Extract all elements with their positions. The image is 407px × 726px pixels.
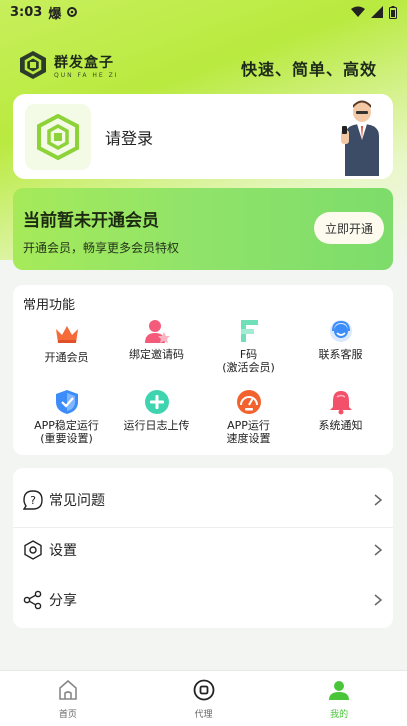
plus-circle-icon [144,390,169,414]
login-card[interactable]: 请登录 [13,94,393,179]
share-icon [23,590,42,610]
function-speed-setting[interactable]: APP运行 速度设置 [201,389,296,445]
speedometer-icon [236,390,261,414]
tab-home[interactable]: 首页 [0,671,136,726]
menu-item-faq[interactable]: ? 常见问题 [13,475,393,525]
menu-label: 分享 [49,593,77,609]
function-label: F码 (激活会员) [222,348,275,374]
function-open-vip[interactable]: 开通会员 [19,321,114,364]
activate-vip-button[interactable]: 立即开通 [314,212,384,244]
tab-label: 代理 [194,710,213,720]
brand-name: 群发盒子 [54,54,114,71]
chevron-right-icon [374,494,383,506]
function-label: APP稳定运行 (重要设置) [34,419,99,445]
user-star-icon [144,320,170,343]
bell-icon [329,391,352,415]
tab-label: 我的 [330,710,349,720]
tab-label: 首页 [58,710,77,720]
tab-agent[interactable]: 代理 [136,671,272,726]
menu-item-settings[interactable]: 设置 [13,525,393,575]
status-app-icon: 爆 [48,6,62,22]
function-contact-support[interactable]: 联系客服 [293,318,388,361]
signal-icon [371,6,383,18]
wifi-icon [351,6,365,17]
f-code-icon [240,320,258,342]
vip-banner: 当前暂未开通会员 开通会员，畅享更多会员特权 立即开通 [13,188,393,270]
menu-label: 设置 [49,543,77,559]
settings-menu-card: ? 常见问题 设置 分享 [13,468,393,628]
function-f-code[interactable]: F码 (激活会员) [201,318,296,374]
function-label: 绑定邀请码 [129,348,184,361]
brand-header: 群发盒子 QUN FA HE ZI [18,50,119,80]
brand-subtitle: QUN FA HE ZI [54,71,119,79]
function-label: 联系客服 [318,348,363,361]
circle-square-icon [193,679,214,701]
svg-text:?: ? [30,494,36,507]
business-man-illustration [341,100,379,176]
function-label: 开通会员 [44,351,89,364]
common-functions-card: 常用功能 开通会员 绑定邀请码 F码 (激活会员) 联系客服 APP稳定运行 (… [13,285,393,455]
hexagon-settings-icon [24,540,42,560]
shield-check-icon [55,390,78,414]
function-label: 系统通知 [318,419,363,432]
brand-logo-icon [20,51,46,79]
functions-title: 常用功能 [23,298,76,313]
settings-status-icon [67,7,78,17]
chevron-right-icon [374,544,383,556]
battery-icon [389,5,397,19]
bottom-tab-bar: 首页 代理 我的 [0,670,407,726]
function-bind-invite[interactable]: 绑定邀请码 [109,318,204,361]
function-app-stable[interactable]: APP稳定运行 (重要设置) [19,389,114,445]
slogan: 快速、简单、高效 [240,60,377,79]
function-label: 运行日志上传 [123,419,190,432]
menu-label: 常见问题 [49,493,105,509]
chevron-right-icon [374,594,383,606]
login-logo [25,103,91,170]
login-label[interactable]: 请登录 [105,125,153,149]
status-bar: 3:03 爆 [0,0,407,24]
question-icon: ? [23,490,43,510]
menu-item-share[interactable]: 分享 [13,575,393,625]
person-icon [329,681,350,700]
crown-icon [55,326,78,343]
hexagon-logo-icon [37,113,79,160]
status-time: 3:03 [10,4,43,20]
function-label: APP运行 速度设置 [226,419,271,445]
function-system-notice[interactable]: 系统通知 [293,389,388,432]
tab-mine[interactable]: 我的 [271,671,407,726]
headset-icon [329,320,352,342]
function-upload-log[interactable]: 运行日志上传 [109,389,204,432]
home-icon [59,679,77,700]
